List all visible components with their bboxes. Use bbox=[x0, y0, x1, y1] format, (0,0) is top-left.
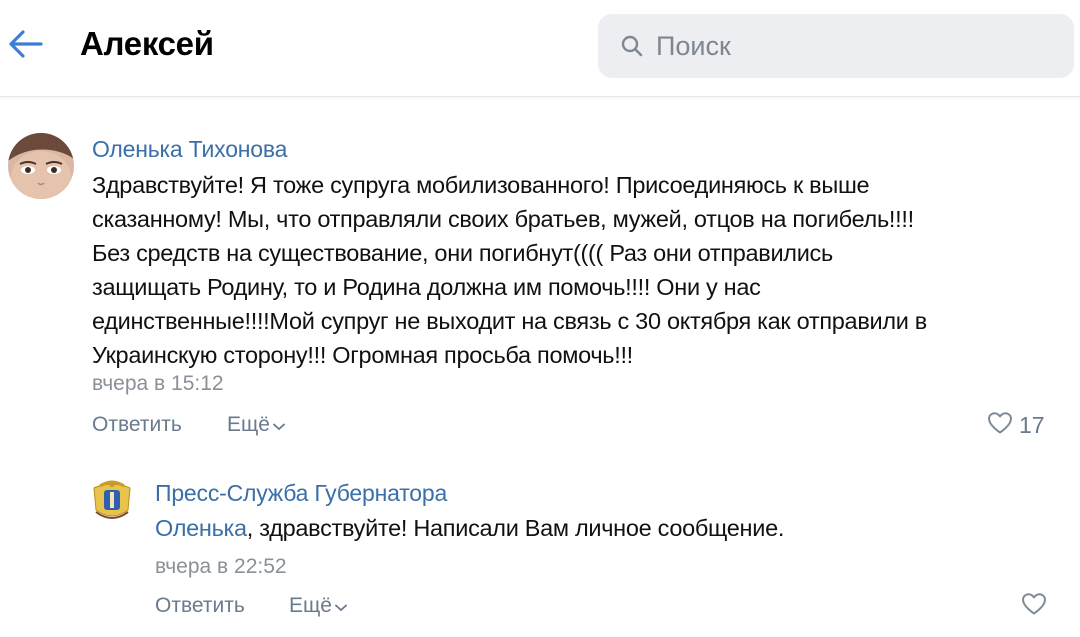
comment-time[interactable]: вчера в 15:12 bbox=[92, 372, 224, 396]
reply-author[interactable]: Пресс-Служба Губернатора bbox=[155, 480, 447, 507]
chevron-down-icon bbox=[335, 594, 347, 618]
comment-text-line: Без средств на существование, они погибн… bbox=[92, 240, 833, 266]
page-title: Алексей bbox=[80, 25, 214, 62]
reply-text: Оленька, здравствуйте! Написали Вам личн… bbox=[155, 511, 784, 545]
comment-text: Здравствуйте! Я тоже супруга мобилизован… bbox=[92, 168, 927, 372]
comment-text-line: сказанному! Мы, что отправляли своих бра… bbox=[92, 206, 914, 232]
comment-text-line: единственные!!!!Мой супруг не выходит на… bbox=[92, 308, 927, 334]
comment-text-line: Здравствуйте! Я тоже супруга мобилизован… bbox=[92, 172, 870, 198]
like-count: 17 bbox=[1019, 412, 1045, 438]
avatar[interactable] bbox=[8, 133, 74, 199]
search-input[interactable] bbox=[654, 29, 1038, 63]
search-icon bbox=[620, 34, 644, 58]
search-bar[interactable] bbox=[598, 14, 1074, 78]
top-bar: Алексей bbox=[0, 0, 1080, 97]
page: Алексей Оленька Тихонова bbox=[0, 0, 1080, 637]
mention-link[interactable]: Оленька bbox=[155, 515, 247, 541]
coat-of-arms-icon[interactable] bbox=[90, 478, 134, 524]
more-label: Ещё bbox=[227, 413, 270, 436]
heart-icon bbox=[1021, 592, 1047, 621]
like-button[interactable]: 17 bbox=[987, 411, 1045, 440]
reply-more-button[interactable]: Ещё bbox=[289, 594, 347, 618]
comment-author[interactable]: Оленька Тихонова bbox=[92, 136, 287, 163]
comment-text-line: защищать Родину, то и Родина должна им п… bbox=[92, 274, 761, 300]
more-button[interactable]: Ещё bbox=[227, 413, 285, 437]
reply-time[interactable]: вчера в 22:52 bbox=[155, 555, 287, 579]
comment-text-line: Украинскую сторону!!! Огромная просьба п… bbox=[92, 342, 633, 368]
reply-reply-button[interactable]: Ответить bbox=[155, 594, 245, 618]
reply-text-body: , здравствуйте! Написали Вам личное сооб… bbox=[246, 515, 785, 541]
reply-button[interactable]: Ответить bbox=[92, 413, 182, 437]
reply-like-button[interactable] bbox=[1021, 592, 1047, 621]
back-button[interactable] bbox=[6, 26, 46, 66]
heart-icon bbox=[987, 411, 1013, 440]
chevron-down-icon bbox=[273, 413, 285, 437]
more-label: Ещё bbox=[289, 594, 332, 617]
arrow-left-icon bbox=[8, 29, 44, 64]
